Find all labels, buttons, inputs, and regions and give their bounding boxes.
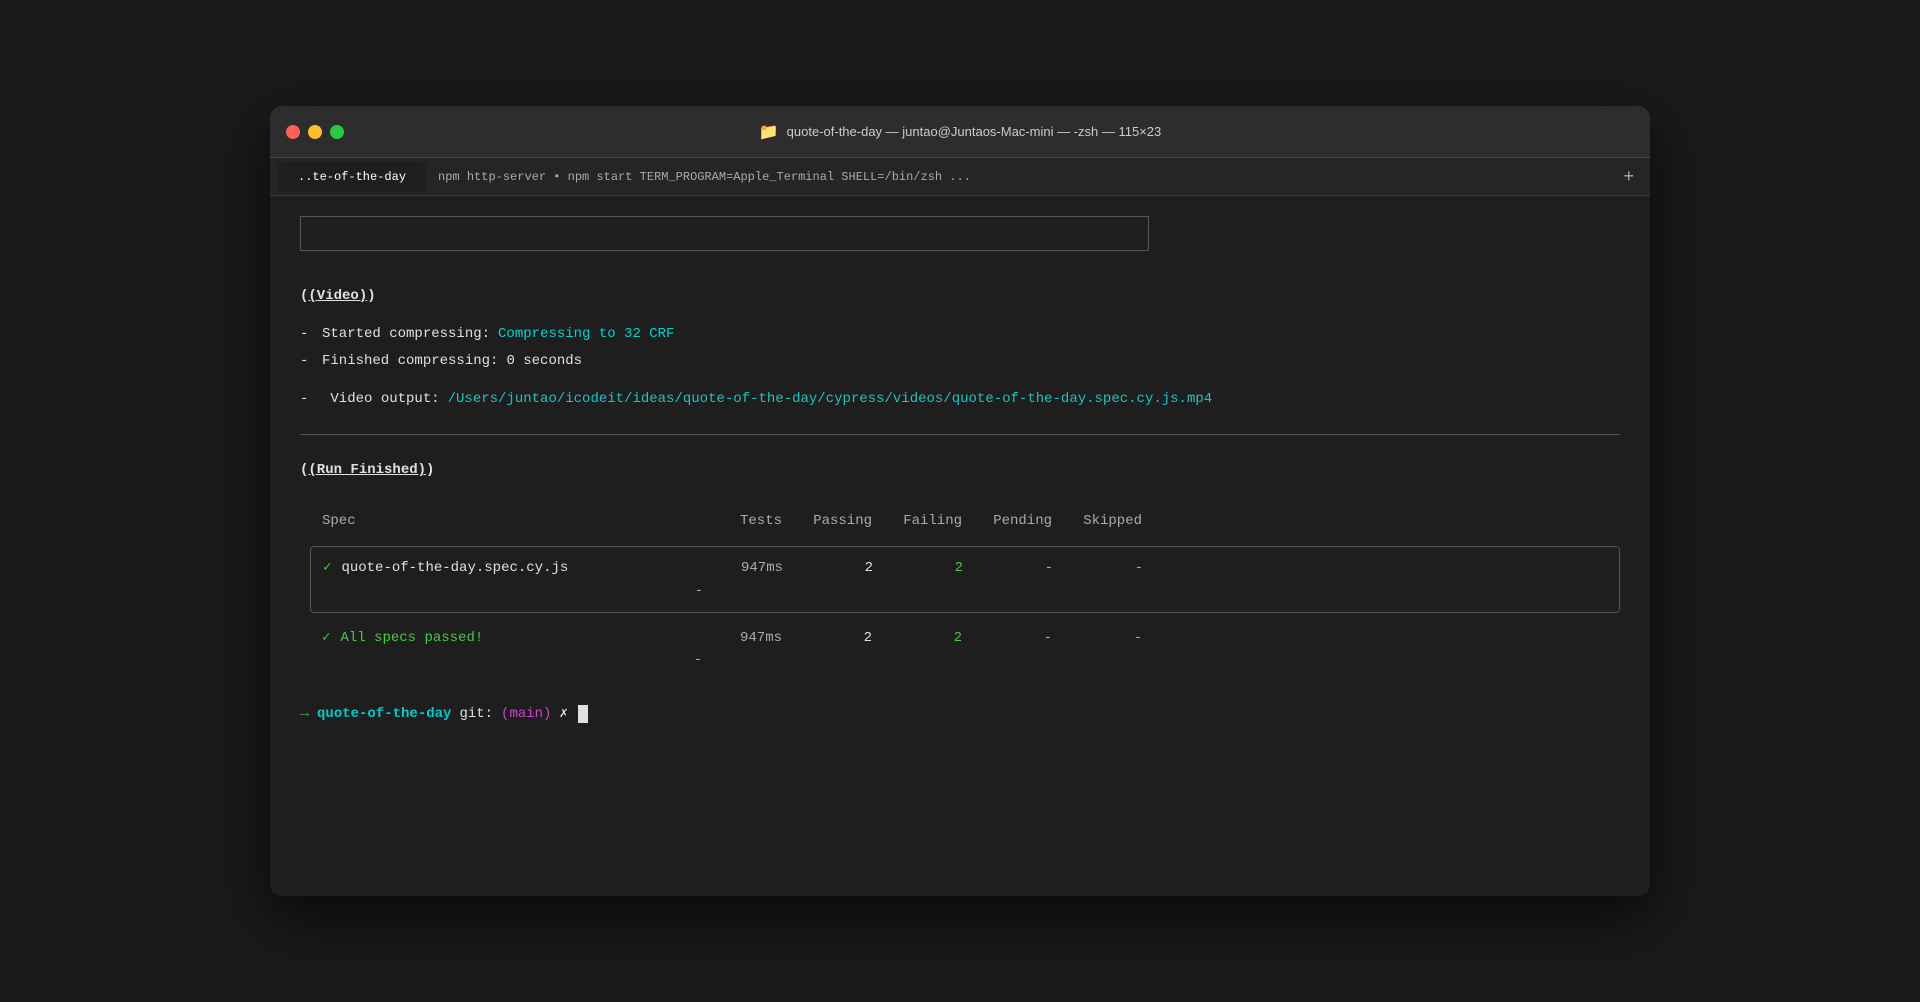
col-tests: Tests	[702, 510, 782, 532]
video-output-line: - Video output: /Users/juntao/icodeit/id…	[300, 388, 1620, 410]
top-border-box	[300, 216, 1149, 251]
close-button[interactable]	[286, 125, 300, 139]
finished-value: 0 seconds	[506, 350, 582, 372]
dash-2: -	[300, 350, 314, 372]
row-passing: 2	[873, 557, 963, 579]
summary-pending: -	[1052, 627, 1142, 649]
video-header-text: (Video)	[308, 288, 367, 304]
spec-cell: ✓ quote-of-the-day.spec.cy.js	[323, 557, 703, 579]
row-pending: -	[1053, 557, 1143, 579]
col-skipped: Skipped	[1052, 510, 1142, 532]
run-finished-text: (Run Finished)	[308, 462, 426, 478]
terminal-body[interactable]: ((Video)) - Started compressing: Compres…	[270, 196, 1650, 896]
row-failing: -	[963, 557, 1053, 579]
minimize-button[interactable]	[308, 125, 322, 139]
video-output-path: /Users/juntao/icodeit/ideas/quote-of-the…	[448, 388, 1213, 410]
dash-1: -	[300, 323, 314, 345]
window-title-text: quote-of-the-day — juntao@Juntaos-Mac-mi…	[787, 124, 1162, 139]
window-title: 📁 quote-of-the-day — juntao@Juntaos-Mac-…	[759, 122, 1162, 142]
run-finished-header: ((Run Finished))	[300, 459, 1620, 481]
traffic-lights	[286, 125, 344, 139]
tab-1-label: ..te-of-the-day	[298, 170, 406, 184]
terminal-window: 📁 quote-of-the-day — juntao@Juntaos-Mac-…	[270, 106, 1650, 896]
all-specs-label: All specs passed!	[340, 627, 483, 649]
spec-filename: quote-of-the-day.spec.cy.js	[341, 557, 568, 579]
finished-label: Finished compressing:	[322, 350, 498, 372]
dash-3: -	[300, 388, 314, 410]
tab-1[interactable]: ..te-of-the-day	[278, 162, 426, 192]
summary-skipped: -	[322, 649, 702, 671]
summary-passing: 2	[872, 627, 962, 649]
table-header: Spec Tests Passing Failing Pending Skipp…	[310, 502, 1620, 540]
prompt-line: → quote-of-the-day git: (main) ✗	[300, 702, 1620, 726]
maximize-button[interactable]	[330, 125, 344, 139]
folder-icon: 📁	[759, 122, 779, 142]
started-compressing-line: - Started compressing: Compressing to 32…	[300, 323, 1620, 345]
prompt-git-prefix: git:	[459, 703, 493, 725]
col-passing: Passing	[782, 510, 872, 532]
summary-check-icon: ✓	[322, 627, 330, 649]
tab-2-area: npm http-server • npm start TERM_PROGRAM…	[426, 166, 1642, 187]
prompt-directory: quote-of-the-day	[317, 703, 451, 725]
prompt-arrow-icon: →	[300, 702, 309, 726]
all-specs-cell: ✓ All specs passed!	[322, 627, 702, 649]
summary-time: 947ms	[702, 627, 782, 649]
titlebar: 📁 quote-of-the-day — juntao@Juntaos-Mac-…	[270, 106, 1650, 158]
started-value: Compressing to 32 CRF	[498, 323, 674, 345]
tab-2-label[interactable]: npm http-server • npm start TERM_PROGRAM…	[426, 170, 983, 184]
col-failing: Failing	[872, 510, 962, 532]
table-row: ✓ quote-of-the-day.spec.cy.js 947ms 2 2 …	[311, 547, 1619, 612]
section-divider	[300, 434, 1620, 435]
col-spec: Spec	[322, 510, 702, 532]
video-output-label: Video output:	[322, 388, 440, 410]
tab-bar: ..te-of-the-day npm http-server • npm st…	[270, 158, 1650, 196]
summary-tests: 2	[782, 627, 872, 649]
video-section-header: ((Video))	[300, 285, 1620, 307]
summary-row: ✓ All specs passed! 947ms 2 2 - - -	[310, 617, 1620, 682]
col-pending: Pending	[962, 510, 1052, 532]
prompt-git-branch: (main)	[501, 703, 551, 725]
finished-compressing-line: - Finished compressing: 0 seconds	[300, 350, 1620, 372]
prompt-suffix-icon: ✗	[559, 703, 567, 725]
row-time: 947ms	[703, 557, 783, 579]
results-table: Spec Tests Passing Failing Pending Skipp…	[310, 502, 1620, 682]
started-label: Started compressing:	[322, 323, 490, 345]
terminal-cursor	[578, 705, 588, 723]
summary-failing: -	[962, 627, 1052, 649]
add-tab-button[interactable]: +	[1615, 166, 1642, 187]
row-tests: 2	[783, 557, 873, 579]
row-skipped: -	[323, 580, 703, 602]
spec-row-box: ✓ quote-of-the-day.spec.cy.js 947ms 2 2 …	[310, 546, 1620, 613]
check-icon: ✓	[323, 557, 331, 579]
